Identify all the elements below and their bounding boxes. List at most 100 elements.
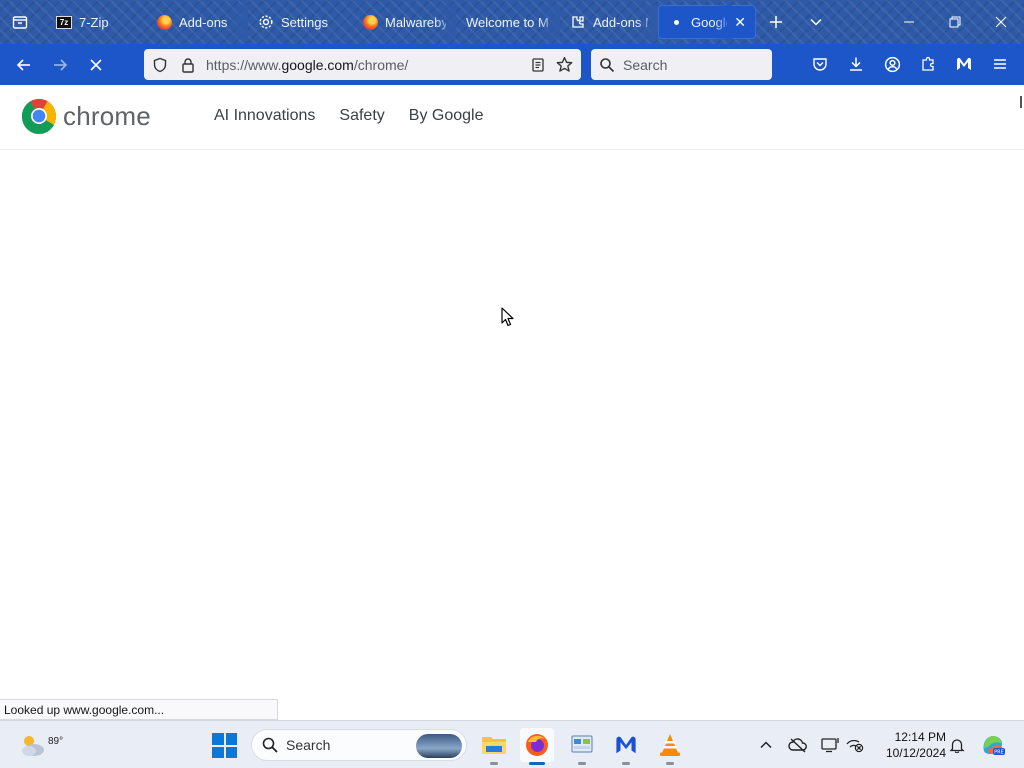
control-panel-icon — [571, 735, 593, 753]
malwarebytes-extension-button[interactable] — [946, 48, 982, 80]
firefox-view-button[interactable] — [0, 0, 40, 44]
taskbar-firefox[interactable] — [520, 728, 554, 765]
network-disconnected-icon — [846, 739, 864, 753]
back-arrow-icon — [16, 58, 30, 71]
back-button[interactable] — [6, 49, 42, 81]
page-content: chrome AI Innovations Safety By Google — [0, 85, 1024, 699]
nav-ai-innovations[interactable]: AI Innovations — [214, 107, 315, 125]
firefox-icon — [362, 14, 378, 30]
scrollbar-thumb[interactable] — [1020, 96, 1022, 108]
account-icon — [884, 56, 900, 72]
download-icon — [850, 57, 862, 71]
notifications-button[interactable] — [945, 733, 969, 757]
vlc-cone-icon — [660, 734, 680, 756]
search-bar[interactable]: Search — [591, 49, 772, 80]
site-header: chrome AI Innovations Safety By Google — [0, 85, 1024, 150]
close-tab-icon[interactable]: ✕ — [734, 14, 746, 31]
nav-by-google[interactable]: By Google — [409, 107, 484, 125]
address-bar[interactable]: https://www.google.com/chrome/ — [144, 49, 581, 80]
mouse-cursor-icon — [501, 307, 514, 327]
new-tab-button[interactable] — [756, 0, 796, 44]
tab-add-ons[interactable]: Add-ons — [146, 5, 248, 39]
stop-loading-button[interactable] — [78, 49, 114, 81]
url-text[interactable]: https://www.google.com/chrome/ — [206, 57, 408, 73]
hamburger-menu-icon — [994, 59, 1006, 69]
gear-icon — [258, 14, 274, 30]
minimize-button[interactable] — [886, 0, 932, 44]
restore-icon — [949, 16, 961, 28]
tab-malwarebytes[interactable]: Malwareby — [352, 5, 456, 39]
weather-temperature: 89° — [48, 736, 64, 747]
tab-strip: 7z 7-Zip Add-ons Settings Malwareby Welc… — [0, 0, 1024, 44]
7zip-icon: 7z — [56, 14, 72, 30]
weather-widget[interactable]: 89° — [16, 727, 63, 763]
menu-button[interactable] — [982, 48, 1018, 80]
tab-7zip[interactable]: 7z 7-Zip — [46, 5, 146, 39]
cloud-offline-icon — [788, 738, 807, 753]
reader-view-icon[interactable] — [530, 57, 546, 73]
extensions-button[interactable] — [910, 48, 946, 80]
copilot-icon: PRE — [983, 736, 1005, 756]
chrome-wordmark: chrome — [63, 100, 151, 131]
firefox-icon — [526, 734, 548, 756]
navigation-toolbar: https://www.google.com/chrome/ Search — [0, 44, 1024, 85]
firefox-icon — [156, 14, 172, 30]
tab-add-ons-manager[interactable]: Add-ons M — [560, 5, 658, 39]
forward-arrow-icon — [54, 58, 68, 71]
network-tray[interactable] — [843, 733, 867, 757]
close-window-button[interactable] — [978, 0, 1024, 44]
start-button[interactable] — [212, 733, 237, 758]
account-button[interactable] — [874, 48, 910, 80]
loading-dot-icon — [668, 14, 684, 30]
taskbar-search[interactable]: Search — [251, 729, 467, 761]
lock-icon[interactable] — [180, 57, 196, 73]
onedrive-tray[interactable] — [786, 733, 810, 757]
malwarebytes-icon — [616, 736, 636, 754]
list-all-tabs-button[interactable] — [796, 0, 836, 44]
taskbar-vlc[interactable] — [653, 728, 687, 765]
minimize-icon — [904, 21, 914, 23]
close-icon — [995, 16, 1007, 28]
pocket-button[interactable] — [802, 48, 838, 80]
clock-time: 12:14 PM — [894, 730, 946, 744]
tab-label: Welcome to M — [466, 14, 549, 30]
tab-settings[interactable]: Settings — [248, 5, 352, 39]
tab-google-active[interactable]: Google ✕ — [658, 5, 756, 39]
search-icon — [600, 57, 615, 72]
taskbar-search-label: Search — [286, 737, 331, 753]
status-panel: Looked up www.google.com... — [0, 699, 278, 720]
display-tray[interactable] — [818, 733, 842, 757]
chevron-up-icon — [760, 741, 772, 749]
chrome-logo[interactable]: chrome — [21, 98, 151, 134]
copilot-button[interactable]: PRE — [979, 733, 1007, 757]
tab-label: Add-ons — [179, 14, 228, 30]
nav-safety[interactable]: Safety — [339, 107, 384, 125]
tab-label: Settings — [281, 14, 328, 30]
puzzle-icon — [570, 14, 586, 30]
pocket-icon — [813, 58, 827, 71]
search-icon — [262, 737, 278, 753]
star-bookmark-icon[interactable] — [556, 56, 573, 73]
search-highlight-image — [416, 734, 462, 758]
forward-button[interactable] — [42, 49, 78, 81]
system-clock[interactable]: 12:14 PM 10/12/2024 — [874, 729, 946, 761]
restore-button[interactable] — [932, 0, 978, 44]
clock-date: 10/12/2024 — [885, 746, 946, 760]
status-text: Looked up www.google.com... — [4, 702, 165, 717]
taskbar-malwarebytes[interactable] — [609, 728, 643, 765]
downloads-button[interactable] — [838, 48, 874, 80]
folder-icon — [482, 737, 506, 754]
taskbar-control-panel[interactable] — [565, 728, 599, 765]
search-placeholder: Search — [623, 56, 668, 73]
show-hidden-icons[interactable] — [754, 733, 778, 757]
tab-label: 7-Zip — [79, 14, 109, 30]
chevron-down-icon — [810, 18, 822, 26]
malwarebytes-icon — [957, 57, 971, 70]
firefox-view-icon — [12, 16, 28, 29]
shield-icon[interactable] — [152, 57, 168, 73]
tab-welcome[interactable]: Welcome to M — [456, 5, 560, 39]
site-nav: AI Innovations Safety By Google — [214, 107, 483, 125]
taskbar: 89° Search 12:14 PM 10/12/2024 PRE — [0, 720, 1024, 768]
partly-cloudy-icon — [22, 736, 44, 756]
taskbar-file-explorer[interactable] — [477, 728, 511, 765]
